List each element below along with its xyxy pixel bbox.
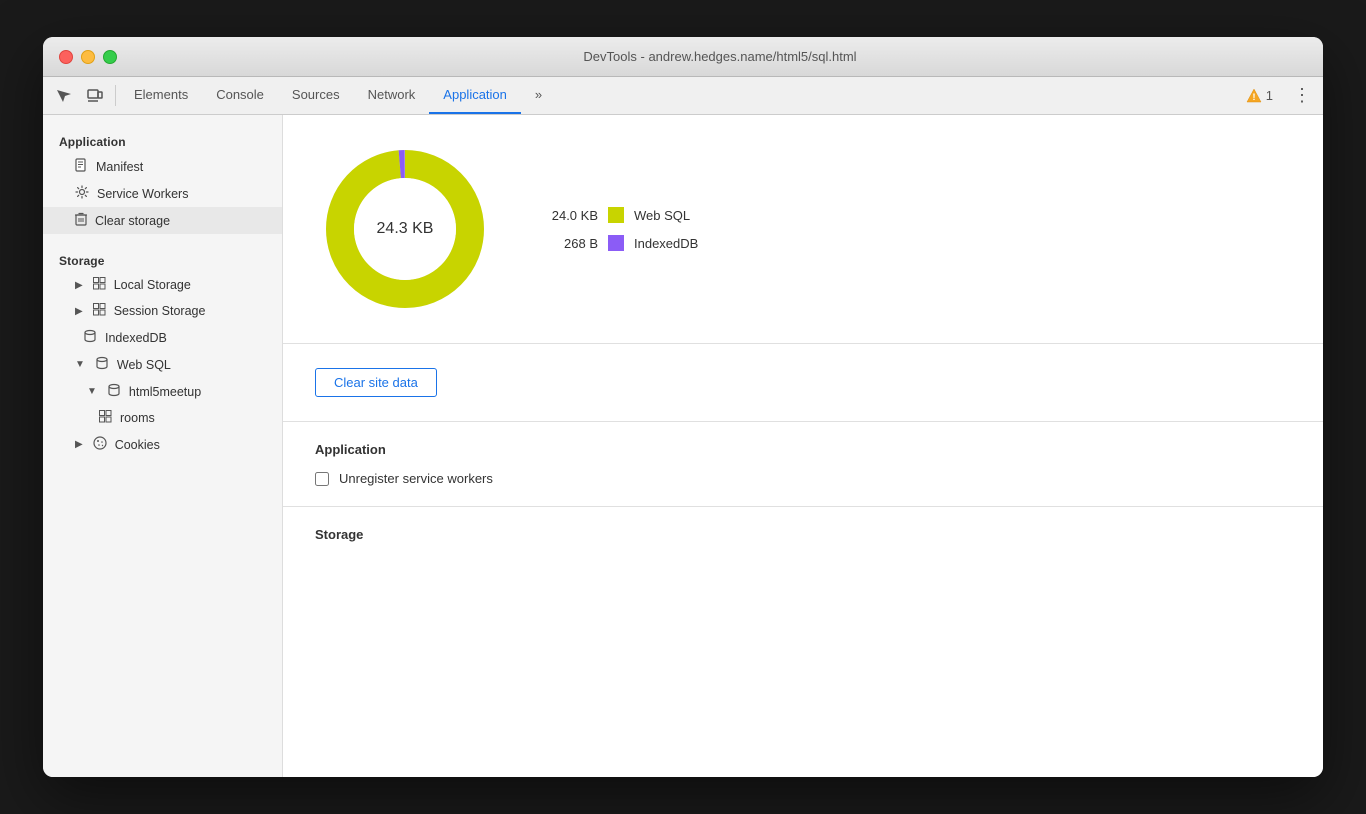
cylinder-icon-websql bbox=[95, 356, 109, 373]
close-button[interactable] bbox=[59, 50, 73, 64]
application-heading: Application bbox=[315, 442, 1291, 457]
websql-color-swatch bbox=[608, 207, 624, 223]
indexeddb-color-swatch bbox=[608, 235, 624, 251]
chart-legend: 24.0 KB Web SQL 268 B IndexedDB bbox=[543, 207, 698, 251]
inspect-icon-btn[interactable] bbox=[47, 77, 79, 114]
sidebar-item-local-storage[interactable]: ▶ Local Storage bbox=[43, 272, 282, 298]
sidebar: Application Manifest bbox=[43, 115, 283, 777]
sidebar-section-application: Application bbox=[43, 127, 282, 153]
tab-elements[interactable]: Elements bbox=[120, 77, 202, 114]
clear-site-button[interactable]: Clear site data bbox=[315, 368, 437, 397]
cookie-icon bbox=[93, 436, 107, 453]
devtools-window: DevTools - andrew.hedges.name/html5/sql.… bbox=[43, 37, 1323, 777]
devtools-more-button[interactable]: ⋮ bbox=[1285, 85, 1319, 106]
storage-subsection: Storage bbox=[283, 507, 1323, 576]
tab-network[interactable]: Network bbox=[354, 77, 430, 114]
websql-value: 24.0 KB bbox=[543, 208, 598, 223]
unregister-sw-label: Unregister service workers bbox=[339, 471, 493, 486]
sidebar-item-rooms[interactable]: rooms bbox=[43, 405, 282, 431]
indexeddb-label: IndexedDB bbox=[634, 236, 698, 251]
window-title: DevTools - andrew.hedges.name/html5/sql.… bbox=[133, 49, 1307, 64]
minimize-button[interactable] bbox=[81, 50, 95, 64]
unregister-sw-checkbox[interactable] bbox=[315, 472, 329, 486]
traffic-lights bbox=[59, 50, 117, 64]
svg-text:!: ! bbox=[1252, 92, 1255, 102]
expand-arrow-cookies: ▶ bbox=[75, 439, 83, 450]
sidebar-item-session-storage[interactable]: ▶ Session Storage bbox=[43, 298, 282, 324]
expand-arrow-local-storage: ▶ bbox=[75, 280, 83, 291]
application-subsection: Application Unregister service workers bbox=[283, 422, 1323, 507]
main-content: Application Manifest bbox=[43, 115, 1323, 777]
legend-item-websql: 24.0 KB Web SQL bbox=[543, 207, 698, 223]
sidebar-item-web-sql[interactable]: ▼ Web SQL bbox=[43, 351, 282, 378]
tab-divider bbox=[115, 85, 116, 106]
cylinder-icon-html5meetup bbox=[107, 383, 121, 400]
donut-section: 24.3 KB 24.0 KB Web SQL 268 B IndexedDB bbox=[283, 115, 1323, 344]
donut-chart: 24.3 KB bbox=[315, 139, 495, 319]
sidebar-section-storage: Storage bbox=[43, 246, 282, 272]
tab-application[interactable]: Application bbox=[429, 77, 521, 114]
tab-more[interactable]: » bbox=[521, 77, 556, 114]
grid-icon-local bbox=[93, 277, 106, 293]
indexeddb-value: 268 B bbox=[543, 236, 598, 251]
maximize-button[interactable] bbox=[103, 50, 117, 64]
sidebar-item-manifest[interactable]: Manifest bbox=[43, 153, 282, 180]
tabs-right: ! 1 ⋮ bbox=[1238, 77, 1319, 114]
expand-arrow-session-storage: ▶ bbox=[75, 306, 83, 317]
doc-icon bbox=[75, 158, 88, 175]
content-panel: 24.3 KB 24.0 KB Web SQL 268 B IndexedDB bbox=[283, 115, 1323, 777]
expand-arrow-web-sql: ▼ bbox=[75, 359, 85, 370]
sidebar-item-service-workers[interactable]: Service Workers bbox=[43, 180, 282, 207]
expand-arrow-html5meetup: ▼ bbox=[87, 386, 97, 397]
trash-icon bbox=[75, 212, 87, 229]
sidebar-item-clear-storage[interactable]: Clear storage bbox=[43, 207, 282, 234]
unregister-sw-row: Unregister service workers bbox=[315, 471, 1291, 486]
donut-center-label: 24.3 KB bbox=[377, 220, 434, 238]
gear-icon bbox=[75, 185, 89, 202]
legend-item-indexeddb: 268 B IndexedDB bbox=[543, 235, 698, 251]
sidebar-item-html5meetup[interactable]: ▼ html5meetup bbox=[43, 378, 282, 405]
storage-heading: Storage bbox=[315, 527, 1291, 542]
websql-label: Web SQL bbox=[634, 208, 690, 223]
device-icon-btn[interactable] bbox=[79, 77, 111, 114]
sidebar-item-cookies[interactable]: ▶ Cookies bbox=[43, 431, 282, 458]
clear-site-section: Clear site data bbox=[283, 344, 1323, 422]
tab-sources[interactable]: Sources bbox=[278, 77, 354, 114]
cylinder-icon-indexeddb bbox=[83, 329, 97, 346]
tabs-bar: Elements Console Sources Network Applica… bbox=[43, 77, 1323, 115]
warning-badge[interactable]: ! 1 bbox=[1238, 88, 1281, 104]
grid-icon-rooms bbox=[99, 410, 112, 426]
sidebar-item-indexeddb[interactable]: IndexedDB bbox=[43, 324, 282, 351]
grid-icon-session bbox=[93, 303, 106, 319]
title-bar: DevTools - andrew.hedges.name/html5/sql.… bbox=[43, 37, 1323, 77]
tab-console[interactable]: Console bbox=[202, 77, 278, 114]
